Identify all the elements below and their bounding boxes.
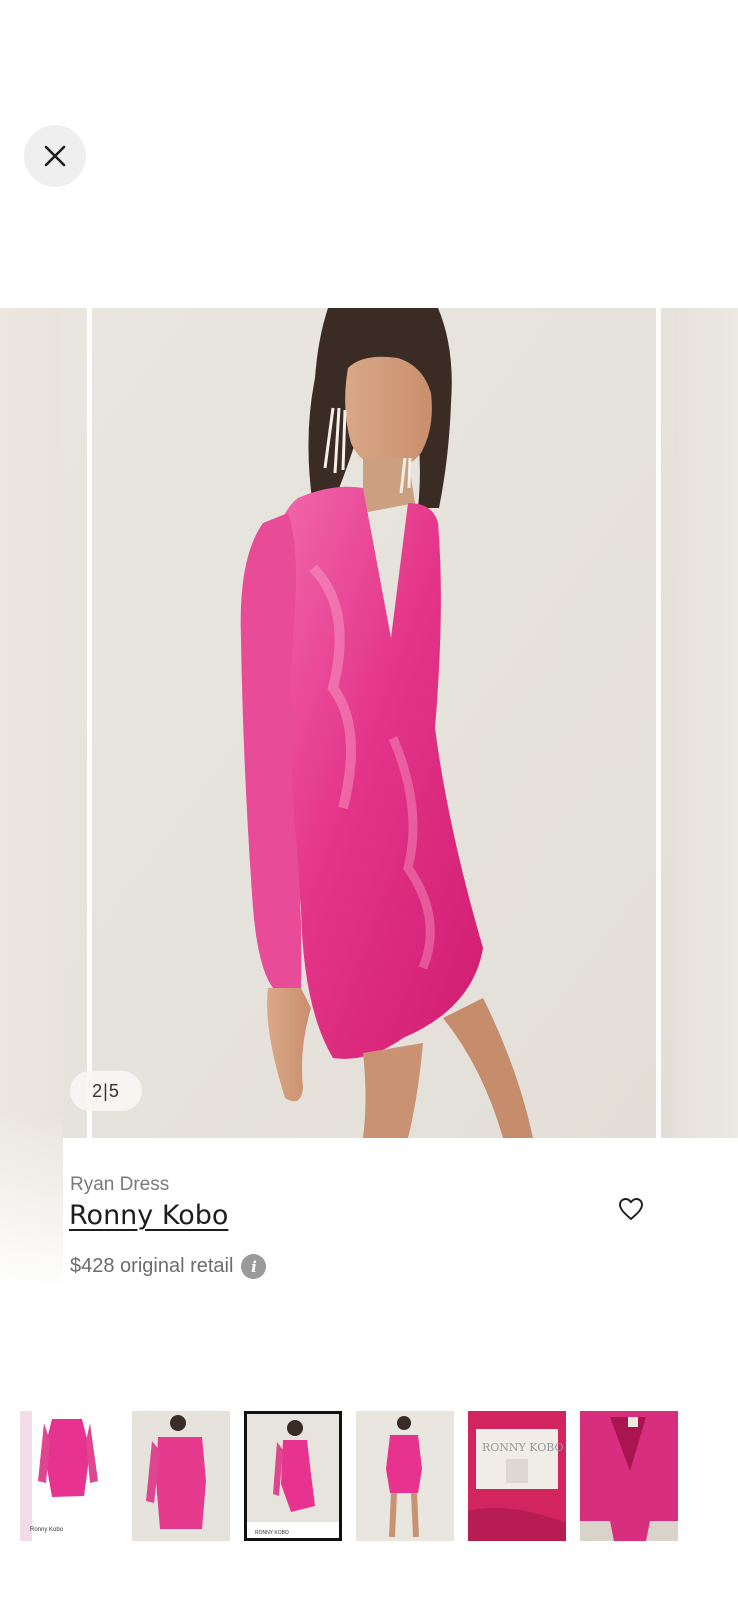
heart-outline-icon xyxy=(619,1198,643,1220)
retail-price: $428 original retail xyxy=(70,1255,234,1277)
thumbnail-1[interactable]: Ronny Kobo xyxy=(20,1411,118,1541)
previous-image-peek[interactable] xyxy=(0,308,63,1292)
favorite-button[interactable] xyxy=(616,1194,646,1224)
thumbnail-2-image xyxy=(132,1411,230,1541)
thumbnail-4-image xyxy=(356,1411,454,1541)
designer-link[interactable]: Ronny Kobo xyxy=(69,1200,228,1231)
thumbnail-1-image: Ronny Kobo xyxy=(20,1411,118,1541)
info-icon[interactable]: i xyxy=(241,1254,267,1279)
product-name: Ryan Dress xyxy=(70,1174,170,1195)
thumbnail-strip: Ronny Kobo RONNY KOBO RONNY KOBO xyxy=(20,1411,720,1541)
svg-text:Ronny Kobo: Ronny Kobo xyxy=(30,1527,64,1533)
product-info-card: Ryan Dress Ronny Kobo $428 original reta… xyxy=(63,1138,675,1292)
thumbnail-5-image: RONNY KOBO xyxy=(468,1411,566,1541)
svg-text:RONNY KOBO: RONNY KOBO xyxy=(255,1530,289,1536)
thumbnail-6-image xyxy=(580,1411,678,1541)
image-viewer[interactable]: 2|5 Ryan Dress Ronny Kobo $428 original … xyxy=(0,308,738,1292)
close-button[interactable] xyxy=(24,125,86,187)
next-image-peek[interactable] xyxy=(675,308,738,1138)
thumbnail-4[interactable] xyxy=(356,1411,454,1541)
thumbnail-6[interactable] xyxy=(580,1411,678,1541)
photo-frame-right xyxy=(656,308,661,1138)
dress-photo-illustration xyxy=(63,308,675,1138)
photo-frame-left xyxy=(87,308,92,1138)
thumbnail-5[interactable]: RONNY KOBO xyxy=(468,1411,566,1541)
image-counter-badge: 2|5 xyxy=(70,1071,142,1111)
thumbnail-3-selected[interactable]: RONNY KOBO xyxy=(244,1411,342,1541)
main-product-photo[interactable]: 2|5 xyxy=(63,308,675,1138)
thumbnail-3-image: RONNY KOBO xyxy=(247,1414,339,1538)
peek-fade xyxy=(0,1112,63,1292)
brand-label-text: RONNY KOBO xyxy=(482,1441,564,1454)
thumbnail-2[interactable] xyxy=(132,1411,230,1541)
close-icon xyxy=(44,145,66,167)
price-row: $428 original retail i xyxy=(70,1254,267,1279)
